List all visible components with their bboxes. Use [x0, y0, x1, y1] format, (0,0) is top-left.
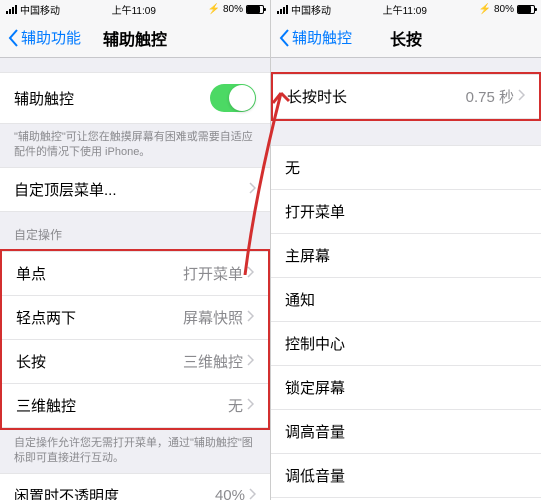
actions-note: 自定操作允许您无需打开菜单，通过"辅助触控"图标即可直接进行互动。 — [0, 430, 270, 473]
option-label: 锁定屏幕 — [285, 377, 345, 398]
cell-label: 自定顶层菜单... — [14, 179, 117, 200]
option-row[interactable]: 锁定屏幕 — [271, 366, 541, 410]
chevron-right-icon — [247, 265, 254, 282]
cell-value: 屏幕快照 — [183, 307, 243, 328]
assistive-touch-toggle-row[interactable]: 辅助触控 — [0, 72, 270, 124]
option-row[interactable]: 通知 — [271, 278, 541, 322]
cell-label: 单点 — [16, 263, 46, 284]
duration-row[interactable]: 长按时长 0.75 秒 — [273, 74, 539, 119]
option-label: 调高音量 — [285, 421, 345, 442]
single-tap-row[interactable]: 单点 打开菜单 — [2, 251, 268, 296]
status-bar: 中国移动 上午11:09 ⚡ 80% — [0, 0, 270, 18]
chevron-right-icon — [247, 309, 254, 326]
signal-icon — [6, 5, 17, 14]
battery-pct: 80% — [494, 4, 514, 15]
idle-opacity-row[interactable]: 闲置时不透明度 40% — [0, 473, 270, 500]
signal-icon — [277, 5, 288, 14]
content-scroll[interactable]: 辅助触控 "辅助触控"可让您在触摸屏幕有困难或需要自适应配件的情况下使用 iPh… — [0, 58, 270, 500]
status-bar: 中国移动 上午11:09 ⚡ 80% — [271, 0, 541, 18]
nav-bar: 辅助触控 长按 — [271, 18, 541, 58]
carrier-label: 中国移动 — [20, 2, 60, 17]
cell-label: 长按 — [16, 351, 46, 372]
chevron-right-icon — [518, 88, 525, 105]
option-row[interactable]: 无 — [271, 145, 541, 190]
cell-label: 辅助触控 — [14, 88, 74, 109]
back-label: 辅助功能 — [21, 27, 81, 48]
cell-value: 无 — [228, 395, 243, 416]
option-label: 无 — [285, 157, 300, 178]
option-row[interactable]: 打开菜单 — [271, 190, 541, 234]
chevron-left-icon — [279, 29, 290, 47]
toggle-switch[interactable] — [210, 84, 256, 112]
option-label: 控制中心 — [285, 333, 345, 354]
three-d-touch-row[interactable]: 三维触控 无 — [2, 384, 268, 428]
cell-label: 轻点两下 — [16, 307, 76, 328]
double-tap-row[interactable]: 轻点两下 屏幕快照 — [2, 296, 268, 340]
long-press-row[interactable]: 长按 三维触控 — [2, 340, 268, 384]
cell-value: 三维触控 — [183, 351, 243, 372]
chevron-right-icon — [249, 487, 256, 500]
annotation-duration-box: 长按时长 0.75 秒 — [271, 72, 541, 121]
option-row[interactable]: 调低音量 — [271, 454, 541, 498]
option-label: 打开菜单 — [285, 201, 345, 222]
cell-label: 长按时长 — [287, 86, 347, 107]
assistive-note: "辅助触控"可让您在触摸屏幕有困难或需要自适应配件的情况下使用 iPhone。 — [0, 124, 270, 167]
cell-value: 打开菜单 — [183, 263, 243, 284]
back-button[interactable]: 辅助功能 — [8, 27, 81, 48]
page-title: 长按 — [390, 26, 422, 50]
clock-label: 上午11:09 — [383, 2, 427, 17]
option-label: 调低音量 — [285, 465, 345, 486]
battery-pct: 80% — [223, 4, 243, 15]
option-row[interactable]: 调高音量 — [271, 410, 541, 454]
chevron-right-icon — [249, 181, 256, 198]
back-button[interactable]: 辅助触控 — [279, 27, 352, 48]
cell-value: 40% — [215, 487, 245, 500]
carrier-label: 中国移动 — [291, 2, 331, 17]
cell-label: 闲置时不透明度 — [14, 485, 119, 500]
left-screen: 中国移动 上午11:09 ⚡ 80% 辅助功能 辅助触控 辅助触控 "辅助触控"… — [0, 0, 271, 500]
nav-bar: 辅助功能 辅助触控 — [0, 18, 270, 58]
cell-value: 0.75 秒 — [466, 86, 514, 107]
option-row[interactable]: 主屏幕 — [271, 234, 541, 278]
chevron-right-icon — [247, 353, 254, 370]
chevron-left-icon — [8, 29, 19, 47]
battery-icon — [246, 5, 264, 14]
back-label: 辅助触控 — [292, 27, 352, 48]
option-row[interactable]: 控制中心 — [271, 322, 541, 366]
option-label: 主屏幕 — [285, 245, 330, 266]
chevron-right-icon — [247, 397, 254, 414]
clock-label: 上午11:09 — [112, 2, 156, 17]
page-title: 辅助触控 — [103, 26, 167, 50]
annotation-actions-box: 单点 打开菜单 轻点两下 屏幕快照 长按 三维触控 三维触控 无 — [0, 249, 270, 430]
custom-top-menu-row[interactable]: 自定顶层菜单... — [0, 167, 270, 212]
battery-icon — [517, 5, 535, 14]
content-scroll[interactable]: 长按时长 0.75 秒 无打开菜单主屏幕通知控制中心锁定屏幕调高音量调低音量静音… — [271, 58, 541, 500]
right-screen: 中国移动 上午11:09 ⚡ 80% 辅助触控 长按 长按时长 0.75 秒 — [271, 0, 541, 500]
custom-actions-header: 自定操作 — [0, 212, 270, 249]
option-label: 通知 — [285, 289, 315, 310]
options-list: 无打开菜单主屏幕通知控制中心锁定屏幕调高音量调低音量静音辅助功能快捷键摇动应用切… — [271, 145, 541, 500]
cell-label: 三维触控 — [16, 395, 76, 416]
